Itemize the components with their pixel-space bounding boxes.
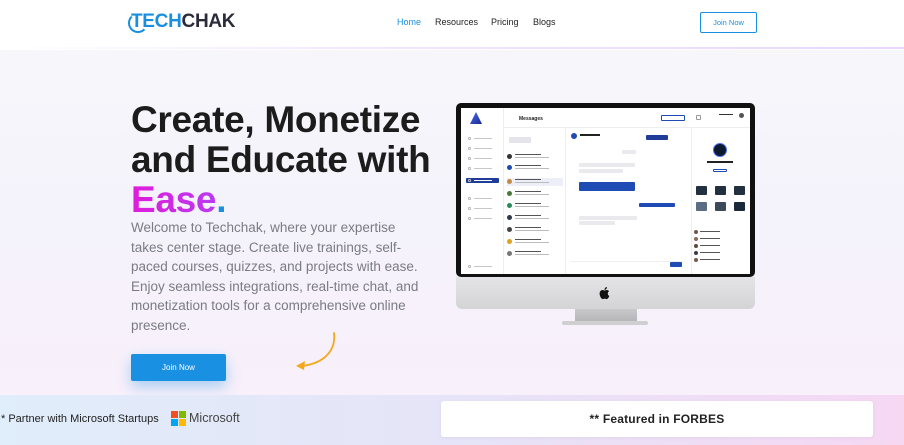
preview-sidebar-item <box>466 136 499 141</box>
preview-message-out <box>579 182 635 191</box>
preview-media-thumb <box>715 186 726 195</box>
hero-subtext: Welcome to Techchak, where your expertis… <box>131 220 419 333</box>
monitor-stand-base <box>562 321 648 325</box>
preview-media-thumb <box>734 202 745 211</box>
preview-sidebar-item <box>466 264 499 269</box>
microsoft-logo-icon <box>171 411 186 426</box>
techchak-logo[interactable]: TECH CHAK <box>128 11 236 33</box>
nav-join-now-button[interactable]: Join Now <box>700 12 757 33</box>
preview-tab <box>509 137 531 143</box>
headline-line-2: and Educate with <box>131 139 431 180</box>
preview-sidebar-item <box>466 146 499 151</box>
preview-media-thumb <box>696 202 707 211</box>
preview-media-thumb <box>696 186 707 195</box>
preview-media-thumb <box>715 202 726 211</box>
logo-text-chak: CHAK <box>181 11 236 32</box>
preview-chat-item <box>507 226 563 234</box>
preview-user-name <box>719 114 733 115</box>
preview-chat-item-active <box>507 178 563 186</box>
preview-message-in <box>579 169 623 173</box>
apple-icon <box>599 287 610 300</box>
preview-chat-list <box>504 128 566 274</box>
preview-sidebar-item <box>466 196 499 201</box>
preview-chat-item <box>507 238 563 246</box>
featured-forbes-card: ** Featured in FORBES <box>441 401 873 437</box>
preview-chat-item <box>507 190 563 198</box>
headline-dot: . <box>216 179 227 220</box>
featured-forbes-text: ** Featured in FORBES <box>589 412 725 426</box>
preview-message-in <box>622 150 636 154</box>
nav-link-pricing[interactable]: Pricing <box>491 17 519 27</box>
preview-group-avatar <box>713 143 727 157</box>
preview-message-input <box>571 261 683 268</box>
preview-member <box>694 251 724 255</box>
preview-title: Messages <box>519 116 543 122</box>
preview-message-in <box>579 216 637 220</box>
microsoft-logo-text: Microsoft <box>189 411 240 425</box>
preview-chat-name <box>580 134 600 136</box>
preview-send-button <box>670 262 682 267</box>
preview-sidebar-item <box>466 216 499 221</box>
headline-line-3: Ease. <box>131 180 441 220</box>
preview-group-name <box>707 161 733 163</box>
preview-chat-item <box>507 164 563 172</box>
preview-member <box>694 230 724 234</box>
headline-ease: Ease <box>131 179 217 220</box>
preview-sidebar-item <box>466 166 499 171</box>
preview-sidebar-item <box>466 156 499 161</box>
preview-chat-action-button <box>646 135 668 140</box>
preview-sidebar-item-active <box>466 178 499 183</box>
preview-header-button <box>661 115 685 121</box>
preview-chat-item <box>507 214 563 222</box>
nav-link-blogs[interactable]: Blogs <box>533 17 556 27</box>
preview-chat-item <box>507 250 563 258</box>
preview-sidebar <box>461 108 504 274</box>
hero-headline: Create, Monetize and Educate with Ease. <box>131 100 441 220</box>
preview-member <box>694 258 724 262</box>
preview-message-in <box>579 221 615 225</box>
preview-member <box>694 237 724 241</box>
preview-bell-icon <box>696 115 701 120</box>
preview-chat-avatar <box>571 133 577 139</box>
top-navbar: TECH CHAK Home Resources Pricing Blogs Jo… <box>0 0 904 49</box>
preview-chat-item <box>507 202 563 210</box>
headline-line-1: Create, Monetize <box>131 99 421 140</box>
techchak-logo-icon <box>128 13 148 33</box>
preview-member <box>694 244 724 248</box>
microsoft-partner-text: * Partner with Microsoft Startups <box>1 413 159 425</box>
preview-edit-button <box>713 169 727 172</box>
nav-link-home[interactable]: Home <box>397 17 421 27</box>
nav-link-resources[interactable]: Resources <box>435 17 478 27</box>
curved-arrow-icon <box>296 332 336 370</box>
preview-sidebar-item <box>466 206 499 211</box>
hero-join-now-button[interactable]: Join Now <box>131 354 226 381</box>
preview-logo-icon <box>470 112 482 124</box>
preview-chat-item <box>507 153 563 161</box>
preview-user-avatar <box>739 113 744 118</box>
monitor-screen-app-preview: Messages <box>461 108 750 274</box>
preview-message-in <box>579 163 635 167</box>
preview-message-out <box>639 203 675 207</box>
preview-media-thumb <box>734 186 745 195</box>
